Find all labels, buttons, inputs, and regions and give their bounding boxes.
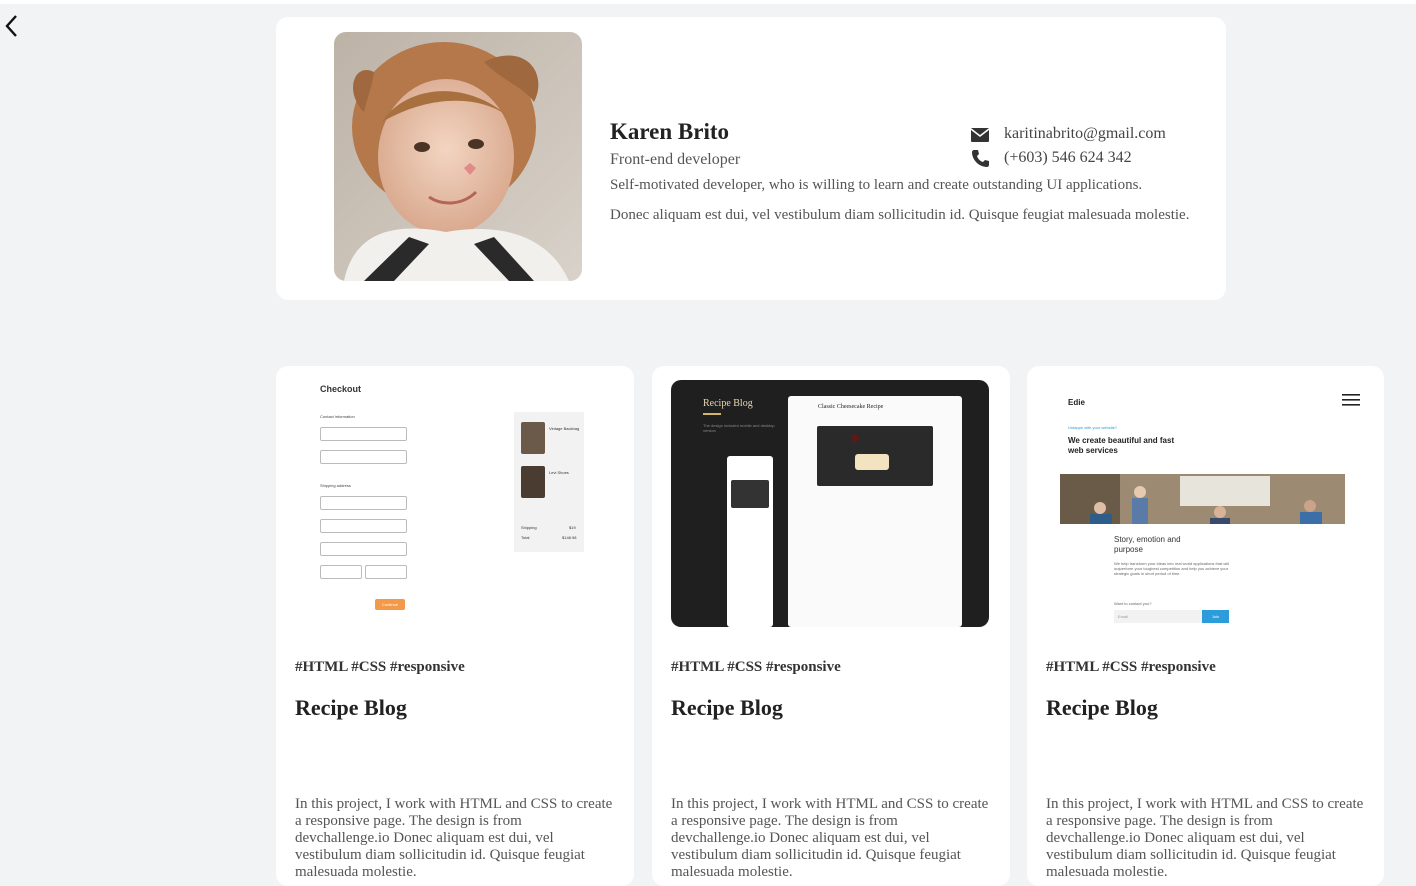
project-tags: #HTML #CSS #responsive (295, 659, 465, 675)
thumb-mobile-image (731, 480, 769, 508)
project-thumbnail-recipe-blog: Recipe Blog The design included mobile a… (671, 380, 989, 627)
thumb-shipping-value: $19 (569, 525, 576, 530)
thumb-email-input: Email (1114, 610, 1202, 623)
profile-card: Karen Brito Front-end developer Self-mot… (276, 17, 1226, 300)
thumb-cart: Vintage Backbag Levi Shoes Shipping $19 … (514, 412, 584, 552)
thumb-item-image (521, 466, 545, 498)
thumb-field (320, 427, 407, 441)
chevron-left-icon (5, 15, 17, 37)
thumb-field (320, 565, 362, 579)
project-card[interactable]: Checkout Contact information Shipping ad… (276, 366, 634, 886)
thumb-brand: Edie (1068, 398, 1085, 407)
thumb-button: Continue (375, 599, 405, 610)
project-tags: #HTML #CSS #responsive (1046, 659, 1216, 675)
profile-bio: Self-motivated developer, who is willing… (610, 177, 1143, 193)
thumb-headline: We create beautiful and fast web service… (1068, 436, 1175, 455)
thumb-subtitle: The design included mobile and desktop v… (703, 423, 775, 433)
thumb-field (320, 450, 407, 464)
thumb-body: We help transform your ideas into real w… (1114, 561, 1229, 576)
profile-role: Front-end developer (610, 151, 741, 168)
thumb-heading: Checkout (320, 384, 362, 394)
thumb-contact-label: Contact information (320, 414, 355, 419)
project-title[interactable]: Recipe Blog (671, 695, 783, 721)
project-thumbnail-checkout: Checkout Contact information Shipping ad… (295, 380, 613, 627)
thumb-shipping: Shipping (521, 525, 537, 530)
project-title[interactable]: Recipe Blog (295, 695, 407, 721)
hamburger-menu-icon (1342, 394, 1360, 406)
thumb-card-title: Classic Cheesecake Recipe (818, 404, 884, 410)
thumb-total-value: $148.98 (562, 535, 577, 540)
thumb-cheesecake-image (817, 426, 933, 486)
thumb-subheading: Story, emotion and purpose (1114, 535, 1181, 554)
email-text: karitinabrito@gmail.com (1004, 125, 1166, 142)
project-description: In this project, I work with HTML and CS… (671, 796, 989, 880)
thumb-field (320, 496, 407, 510)
thumb-accent-line (703, 413, 721, 415)
project-description: In this project, I work with HTML and CS… (1046, 796, 1364, 880)
project-tags: #HTML #CSS #responsive (671, 659, 841, 675)
thumb-cherry (851, 434, 859, 442)
thumb-join-button: Join (1202, 610, 1229, 623)
thumb-heading: Recipe Blog (703, 398, 753, 409)
thumb-field (365, 565, 407, 579)
back-button[interactable] (2, 12, 22, 40)
thumb-item-image (521, 422, 545, 454)
avatar (334, 32, 582, 281)
project-card[interactable]: Edie Untappe with your website? We creat… (1027, 366, 1384, 886)
thumb-field (320, 542, 407, 556)
profile-bio-extra: Donec aliquam est dui, vel vestibulum di… (610, 207, 1190, 223)
thumb-shipping-label: Shipping address (320, 483, 351, 488)
project-card[interactable]: Recipe Blog The design included mobile a… (652, 366, 1010, 886)
thumb-team-photo (1060, 474, 1345, 524)
thumb-mobile-mockup (727, 456, 773, 627)
phone-icon (972, 150, 989, 167)
thumb-field (320, 519, 407, 533)
project-thumbnail-edie: Edie Untappe with your website? We creat… (1046, 380, 1364, 627)
profile-name: Karen Brito (610, 119, 730, 144)
project-title[interactable]: Recipe Blog (1046, 695, 1158, 721)
thumb-item1: Vintage Backbag (549, 426, 580, 431)
thumb-item2: Levi Shoes (549, 470, 569, 475)
thumb-total: Total (521, 535, 530, 540)
thumb-desktop-mockup: Classic Cheesecake Recipe (788, 396, 962, 627)
mail-icon (970, 128, 990, 142)
project-description: In this project, I work with HTML and CS… (295, 796, 613, 880)
thumb-form-label: Want to contact you? (1114, 601, 1152, 606)
top-strip (0, 0, 1416, 4)
phone-text: (+603) 546 624 342 (1004, 149, 1132, 166)
thumb-cake (855, 454, 889, 470)
thumb-kicker: Untappe with your website? (1068, 425, 1118, 430)
